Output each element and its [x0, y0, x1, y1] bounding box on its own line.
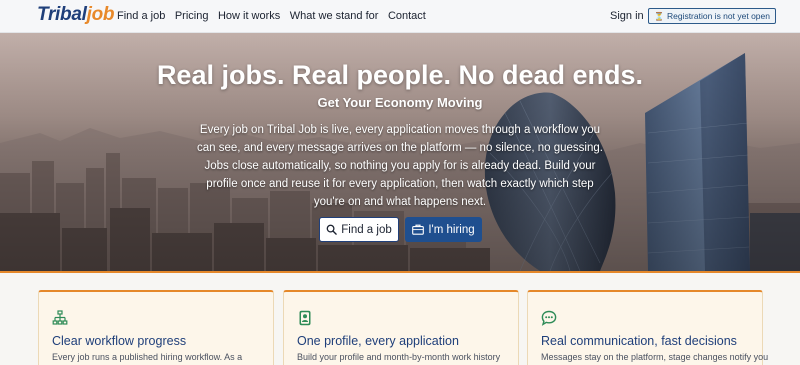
nav-link-how-it-works[interactable]: How it works: [218, 10, 280, 22]
briefcase-icon: [412, 224, 425, 235]
profile-card-icon: [299, 310, 311, 326]
chat-icon: [541, 310, 557, 326]
nav-link-pricing[interactable]: Pricing: [175, 10, 209, 22]
hero-section: Real jobs. Real people. No dead ends. Ge…: [0, 33, 800, 271]
feature-card-workflow: Clear workflow progress Every job runs a…: [38, 290, 274, 365]
search-icon: [326, 224, 338, 235]
site-logo[interactable]: Tribaljob: [37, 4, 114, 26]
im-hiring-button-label: I'm hiring: [428, 223, 475, 236]
feature-card-profile: One profile, every application Build you…: [283, 290, 519, 365]
feature-card-communication: Real communication, fast decisions Messa…: [527, 290, 768, 365]
hero-description: Every job on Tribal Job is live, every a…: [197, 124, 603, 208]
feature-card-text: Build your profile and month-by-month wo…: [297, 352, 501, 362]
nav-link-contact[interactable]: Contact: [388, 10, 426, 22]
nav-link-what-we-stand-for[interactable]: What we stand for: [290, 10, 379, 22]
feature-card-title: One profile, every application: [297, 334, 459, 348]
feature-card-title: Real communication, fast decisions: [541, 334, 737, 348]
registration-status-badge: ⏳ Registration is not yet open: [648, 8, 776, 24]
im-hiring-button[interactable]: I'm hiring: [405, 217, 482, 242]
nav-links: Find a job Pricing How it works What we …: [117, 10, 435, 22]
hero-subtitle: Get Your Economy Moving: [317, 95, 483, 110]
top-navigation: Tribaljob Find a job Pricing How it work…: [0, 0, 800, 33]
feature-card-title: Clear workflow progress: [52, 334, 187, 348]
logo-text-job: job: [86, 4, 115, 25]
feature-card-text: Every job runs a published hiring workfl…: [52, 352, 243, 362]
sign-in-link[interactable]: Sign in: [610, 10, 644, 22]
feature-card-text: Messages stay on the platform, stage cha…: [541, 352, 769, 362]
hourglass-icon: ⏳: [654, 11, 664, 21]
registration-status-text: Registration is not yet open: [666, 11, 770, 21]
hero-title: Real jobs. Real people. No dead ends.: [156, 60, 644, 90]
find-a-job-button[interactable]: Find a job: [319, 217, 399, 242]
find-a-job-button-label: Find a job: [341, 223, 392, 236]
hero-accent-divider: [0, 271, 800, 273]
logo-text-tribal: Tribal: [37, 4, 87, 25]
nav-link-find-a-job[interactable]: Find a job: [117, 10, 165, 22]
workflow-icon: [52, 310, 68, 325]
